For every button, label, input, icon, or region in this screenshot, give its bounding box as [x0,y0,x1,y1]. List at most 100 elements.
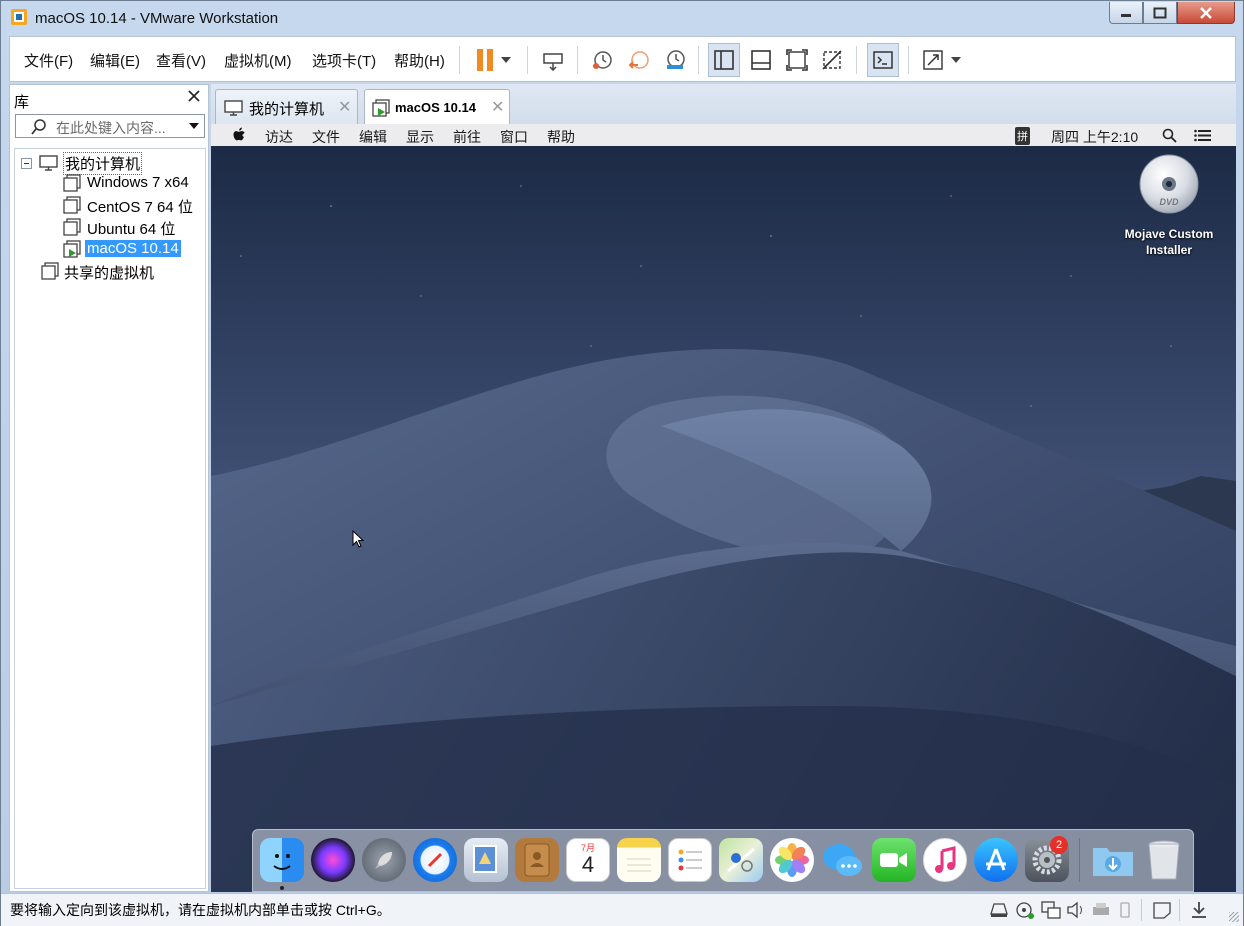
tree-item-vm[interactable]: CentOS 7 64 位 [87,196,193,217]
stamp-eagle-icon [473,845,497,873]
tab-bar: 我的计算机 ✕ macOS 10.14 ✕ [211,84,1236,125]
mac-menu-edit[interactable]: 编辑 [359,127,387,147]
mac-menu-window[interactable]: 窗口 [500,127,528,147]
snapshot-manager-button[interactable] [662,47,688,73]
app-store-dock-icon[interactable] [974,838,1018,882]
tab-close-icon[interactable]: ✕ [491,97,504,117]
cd-dvd-status[interactable] [1015,900,1035,920]
thumbnail-bar-button[interactable] [748,47,774,73]
power-dropdown-button[interactable] [498,47,514,73]
vm-console[interactable]: 访达 文件 编辑 显示 前往 窗口 帮助 拼 周四 上午2:10 DVD Moj… [211,124,1236,892]
tree-item-vm-selected[interactable]: macOS 10.14 [85,240,181,257]
tree-item-my-computer[interactable]: 我的计算机 [63,152,143,175]
mac-clock[interactable]: 周四 上午2:10 [1051,127,1138,147]
unity-button[interactable] [819,47,845,73]
finder-dock-icon[interactable] [260,838,304,882]
tab-my-computer[interactable]: 我的计算机 ✕ [215,89,358,124]
toolbar-separator [856,46,857,74]
library-close-button[interactable] [188,89,200,107]
pause-button[interactable] [472,47,498,73]
vmware-window: macOS 10.14 - VMware Workstation 文件(F) 编… [0,0,1244,926]
unity-off-icon [822,50,842,70]
launchpad-dock-icon[interactable] [362,838,406,882]
minimize-button[interactable] [1109,2,1143,24]
status-message: 要将输入定向到该虚拟机，请在虚拟机内部单击或按 Ctrl+G。 [10,902,391,918]
send-ctrl-alt-del-button[interactable] [540,47,566,73]
calendar-dock-icon[interactable]: 7月 4 [566,838,610,882]
desktop-icon-label[interactable]: Mojave Custom Installer [1107,226,1231,258]
stretch-dropdown-button[interactable] [948,47,964,73]
menu-help[interactable]: 帮助(H) [394,50,445,71]
close-icon [188,90,200,102]
mac-menu-file[interactable]: 文件 [312,127,340,147]
messages-dock-icon[interactable] [821,838,865,882]
console-view-button[interactable] [867,43,899,77]
siri-dock-icon[interactable] [311,838,355,882]
tree-item-shared[interactable]: 共享的虚拟机 [64,262,154,283]
computer-icon [224,100,243,116]
chevron-down-icon [501,57,511,63]
downloads-folder-icon [1093,848,1133,876]
contacts-dock-icon[interactable] [515,838,559,882]
notes-status[interactable] [1152,900,1172,920]
tab-close-icon[interactable]: ✕ [338,97,351,117]
trash-can-icon [1148,840,1180,880]
downloads-dock-icon[interactable] [1091,838,1135,882]
speech-bubbles-icon [823,844,862,876]
tree-item-vm[interactable]: Windows 7 x64 [87,174,189,191]
menu-tabs[interactable]: 选项卡(T) [312,50,376,71]
chevron-down-icon[interactable] [188,122,200,130]
spotlight-search-icon[interactable] [1162,128,1177,143]
status-bar: 要将输入定向到该虚拟机，请在虚拟机内部单击或按 Ctrl+G。 [1,893,1243,926]
mail-dock-icon[interactable] [464,838,508,882]
download-arrow-icon [1192,902,1206,918]
hard-disk-status[interactable] [989,900,1009,920]
mac-menu-go[interactable]: 前往 [453,127,481,147]
reminders-dock-icon[interactable] [668,838,712,882]
dvd-logo-text: DVD [1159,197,1179,207]
itunes-dock-icon[interactable] [923,838,967,882]
mojave-desktop-wallpaper[interactable] [211,146,1236,892]
notes-dock-icon[interactable] [617,838,661,882]
mac-menu-help[interactable]: 帮助 [547,127,575,147]
stretch-icon [923,50,943,70]
minimize-icon [1121,13,1131,17]
trash-dock-icon[interactable] [1142,838,1186,882]
library-search-input[interactable]: 在此处键入内容... [15,114,205,138]
download-status[interactable] [1189,900,1209,920]
menu-file[interactable]: 文件(F) [24,50,73,71]
resize-grip[interactable] [1229,912,1239,922]
sound-status[interactable] [1066,900,1086,920]
notification-center-icon[interactable] [1194,129,1211,142]
revert-snapshot-button[interactable] [626,47,652,73]
calendar-day: 4 [581,852,595,877]
menu-edit[interactable]: 编辑(E) [90,50,140,71]
stretch-guest-button[interactable] [920,47,946,73]
close-button[interactable] [1177,2,1235,24]
mac-menu-finder[interactable]: 访达 [265,127,293,147]
usb-status[interactable] [1115,900,1135,920]
full-screen-button[interactable] [784,47,810,73]
network-status[interactable] [1041,900,1061,920]
photos-dock-icon[interactable] [770,838,814,882]
maximize-button[interactable] [1143,2,1177,24]
apple-logo-icon[interactable] [233,127,247,143]
menu-vm[interactable]: 虚拟机(M) [224,50,292,71]
facetime-dock-icon[interactable] [872,838,916,882]
tab-label: macOS 10.14 [395,100,476,115]
toolbar-separator [527,46,528,74]
safari-dock-icon[interactable] [413,838,457,882]
menu-view[interactable]: 查看(V) [156,50,206,71]
video-camera-icon [880,853,907,867]
dvd-disc-icon[interactable]: DVD [1139,154,1199,214]
tree-item-vm[interactable]: Ubuntu 64 位 [87,218,175,239]
mac-menu-view[interactable]: 显示 [406,127,434,147]
printer-status[interactable] [1091,900,1111,920]
maps-dock-icon[interactable] [719,838,763,882]
input-method-indicator[interactable]: 拼 [1015,127,1030,145]
tab-macos[interactable]: macOS 10.14 ✕ [364,89,510,125]
music-note-icon [935,846,956,873]
snapshot-button[interactable] [589,47,615,73]
collapse-toggle-icon[interactable] [21,158,32,169]
show-library-button[interactable] [708,43,740,77]
